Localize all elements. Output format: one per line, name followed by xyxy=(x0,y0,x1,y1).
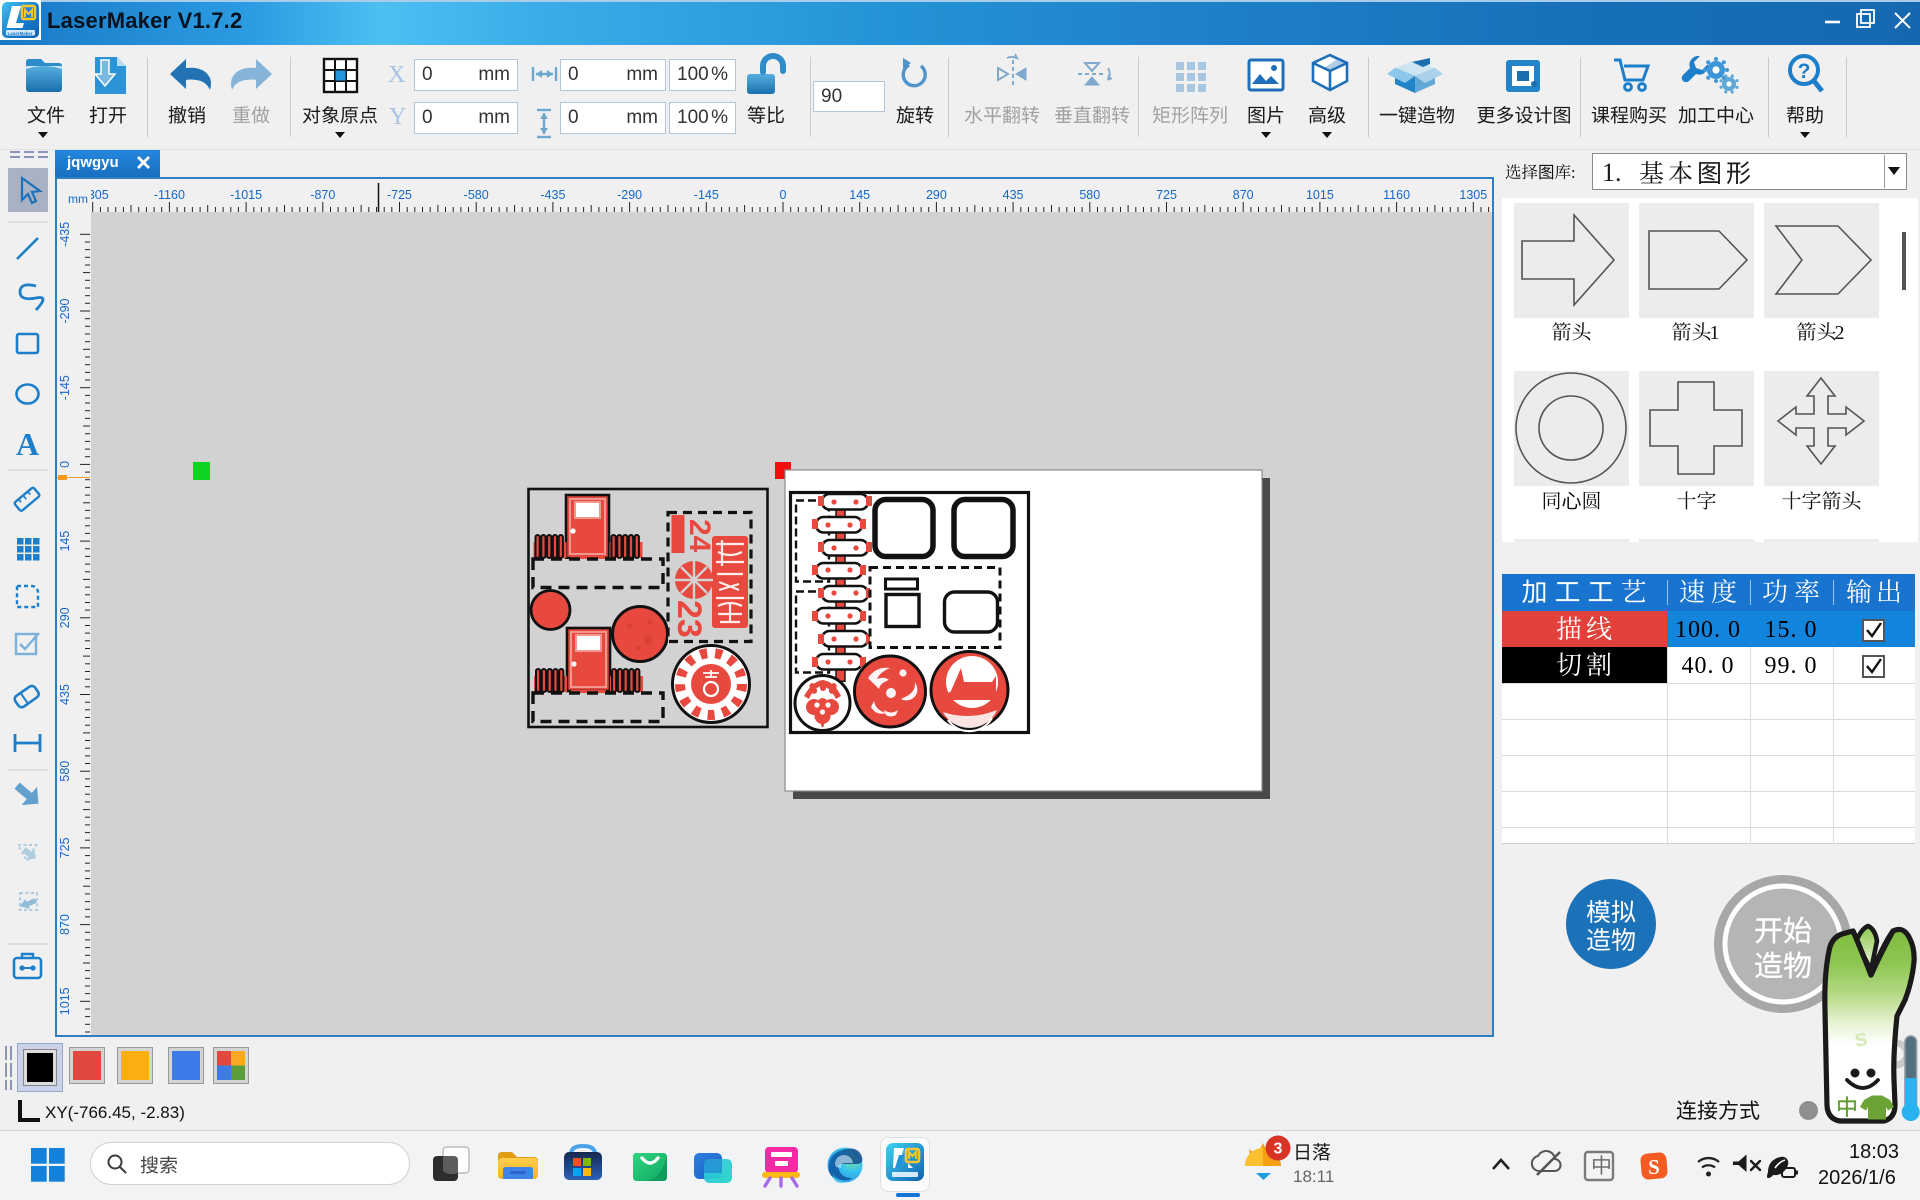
svg-text:S: S xyxy=(1648,1155,1660,1179)
